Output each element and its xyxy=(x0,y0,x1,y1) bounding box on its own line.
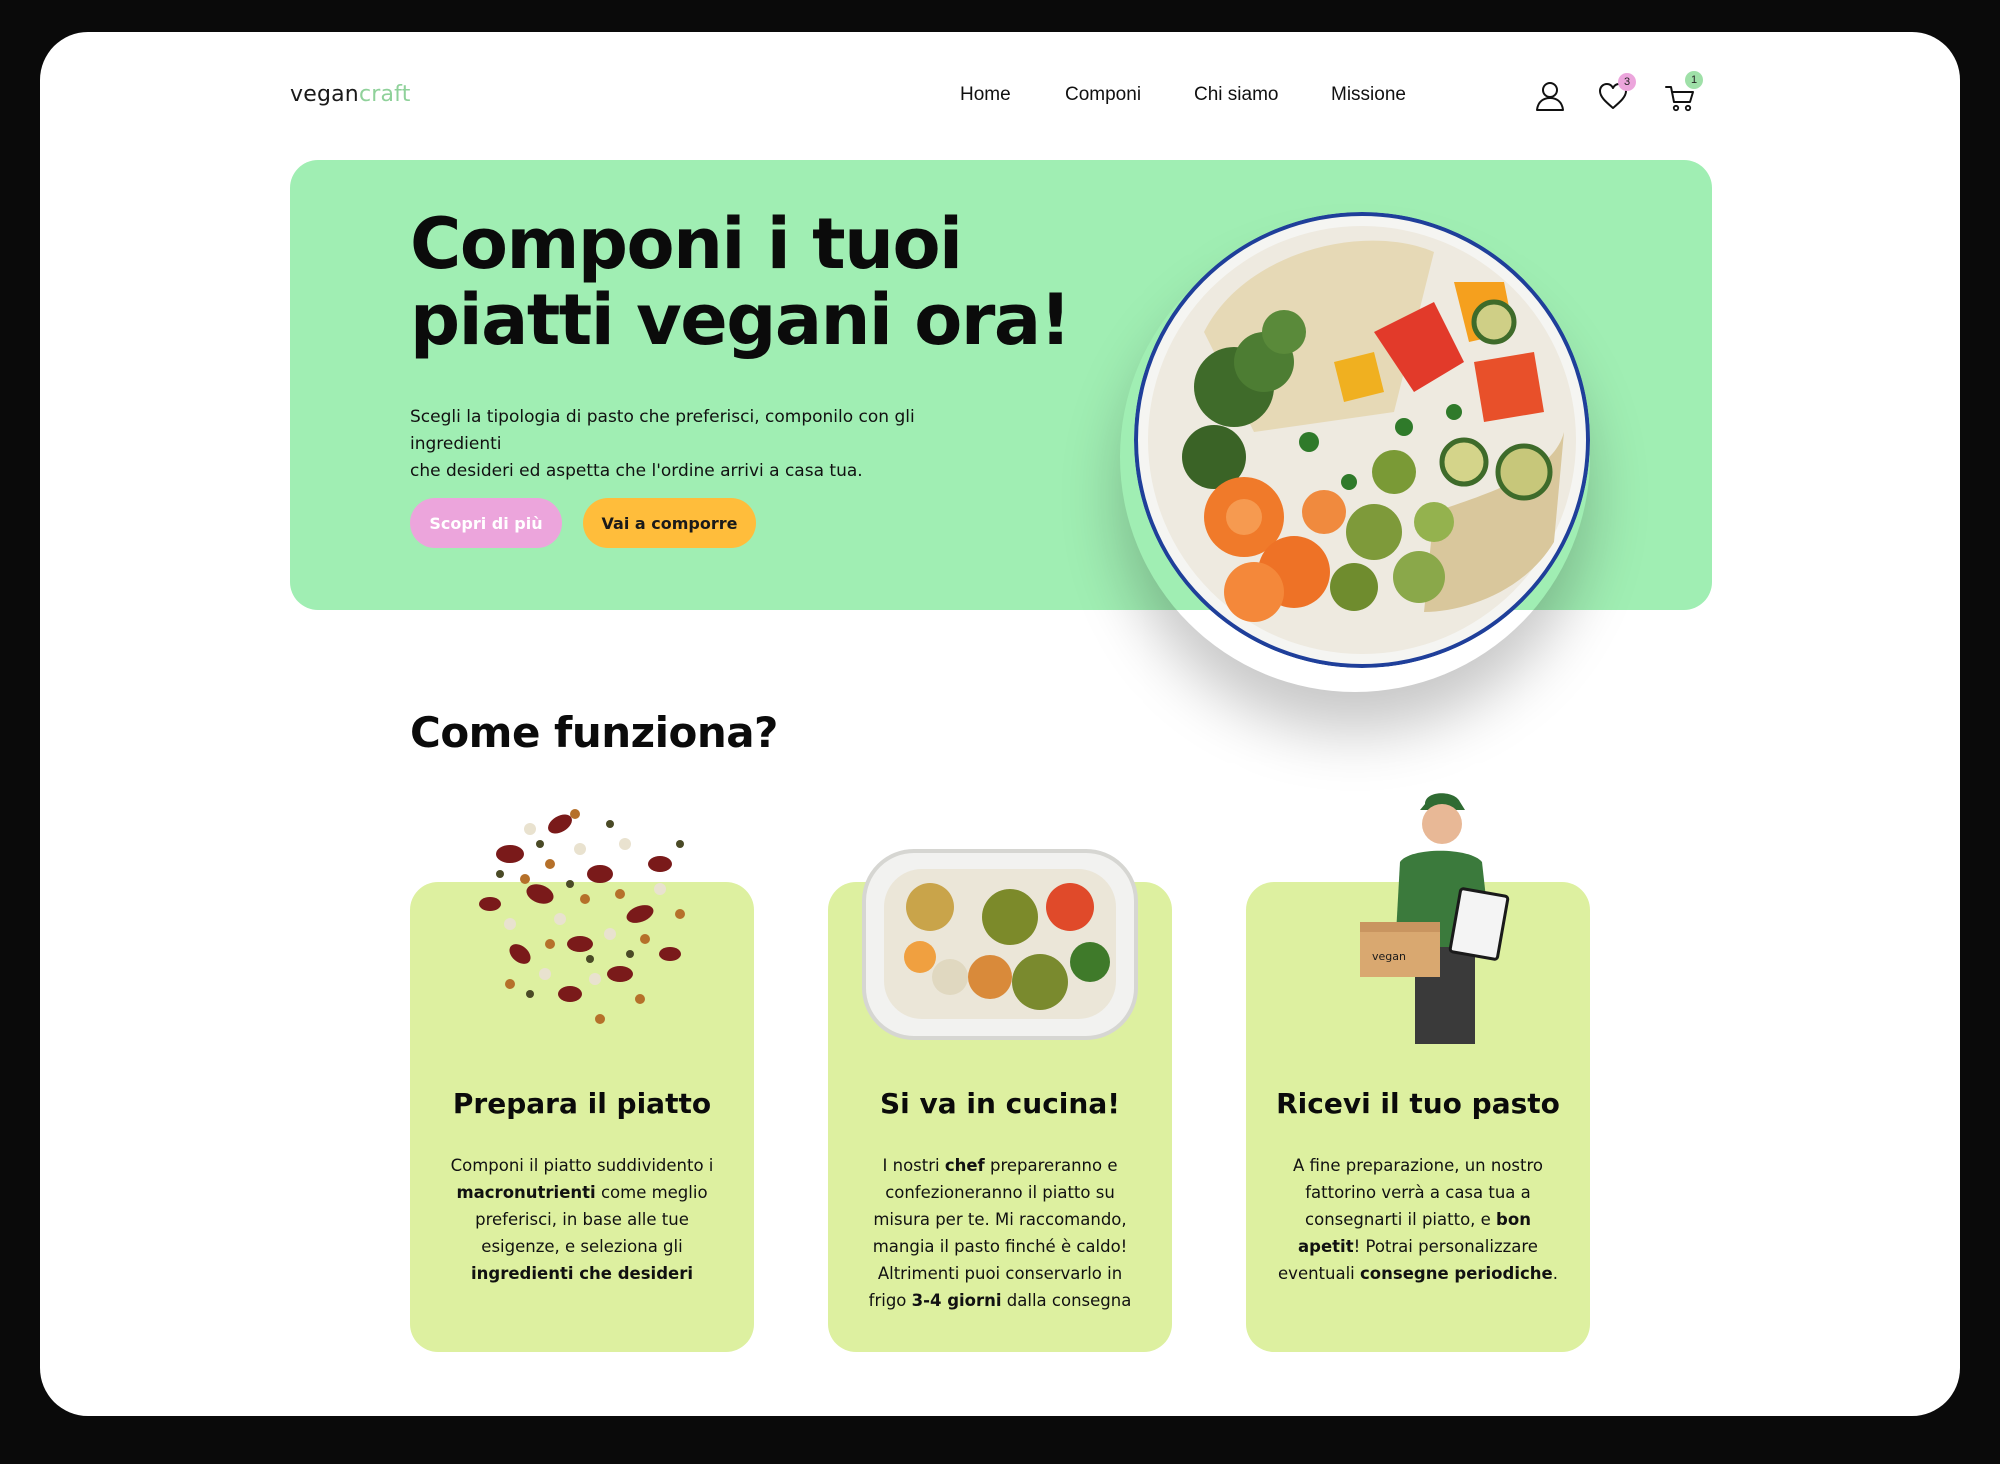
emphasis-text: chef xyxy=(944,1156,985,1175)
hero-title: Componi i tuoi piatti vegani ora! xyxy=(410,206,1110,358)
meal-container-image xyxy=(862,849,1138,1040)
body-text: prepareranno e confezioneranno il piatto… xyxy=(868,1156,1128,1310)
cart-count-badge: 1 xyxy=(1685,71,1703,89)
emphasis-text: macronutrienti xyxy=(456,1183,596,1202)
legumes-image xyxy=(479,809,685,1024)
page-frame: vegancraft Home Componi Chi siamo Missio… xyxy=(40,32,1960,1416)
account-button[interactable] xyxy=(1535,80,1565,112)
nav-item-chi-siamo[interactable]: Chi siamo xyxy=(1194,84,1278,106)
learn-more-button[interactable]: Scopri di più xyxy=(410,498,562,548)
hero-description-line2: che desideri ed aspetta che l'ordine arr… xyxy=(410,461,863,481)
emphasis-text: consegne periodiche xyxy=(1360,1264,1553,1283)
salad-bowl-image xyxy=(1134,212,1590,668)
brand-logo-part1: vegan xyxy=(290,82,359,107)
hero-description: Scegli la tipologia di pasto che preferi… xyxy=(410,404,1010,485)
step-card-title: Prepara il piatto xyxy=(452,1087,712,1120)
step-card-text: A fine preparazione, un nostro fattorino… xyxy=(1278,1152,1558,1287)
go-compose-button[interactable]: Vai a comporre xyxy=(583,498,756,548)
brand-logo[interactable]: vegancraft xyxy=(290,82,411,107)
body-text: dalla consegna xyxy=(1001,1291,1132,1310)
cart-button[interactable]: 1 xyxy=(1665,71,1703,112)
hero-title-line1: Componi i tuoi xyxy=(410,203,963,285)
step-card-text: I nostri chef prepareranno e confezioner… xyxy=(860,1152,1140,1314)
nav-item-componi[interactable]: Componi xyxy=(1065,84,1141,106)
nav-item-home[interactable]: Home xyxy=(960,84,1011,106)
section-title: Come funziona? xyxy=(410,708,778,757)
wishlist-button[interactable]: 3 xyxy=(1598,73,1636,110)
emphasis-text: ingredienti che desideri xyxy=(471,1264,693,1283)
brand-logo-part2: craft xyxy=(358,82,411,107)
nav-item-missione[interactable]: Missione xyxy=(1331,84,1406,106)
wishlist-count-badge: 3 xyxy=(1618,73,1636,91)
body-text: Componi il piatto suddividento i xyxy=(450,1156,714,1175)
hero-title-line2: piatti vegani ora! xyxy=(410,279,1072,361)
body-text: I nostri xyxy=(882,1156,945,1175)
box-brand-label: vegan xyxy=(1372,950,1406,963)
step-card-text: Componi il piatto suddividento i macronu… xyxy=(442,1152,722,1287)
emphasis-text: 3-4 giorni xyxy=(911,1291,1002,1310)
body-text: . xyxy=(1552,1264,1558,1283)
delivery-man-image: vegan xyxy=(1360,793,1510,1044)
step-card-title: Si va in cucina! xyxy=(879,1087,1120,1120)
user-icon xyxy=(1536,82,1564,111)
hero-description-line1: Scegli la tipologia di pasto che preferi… xyxy=(410,407,915,454)
step-card-title: Ricevi il tuo pasto xyxy=(1276,1087,1560,1120)
